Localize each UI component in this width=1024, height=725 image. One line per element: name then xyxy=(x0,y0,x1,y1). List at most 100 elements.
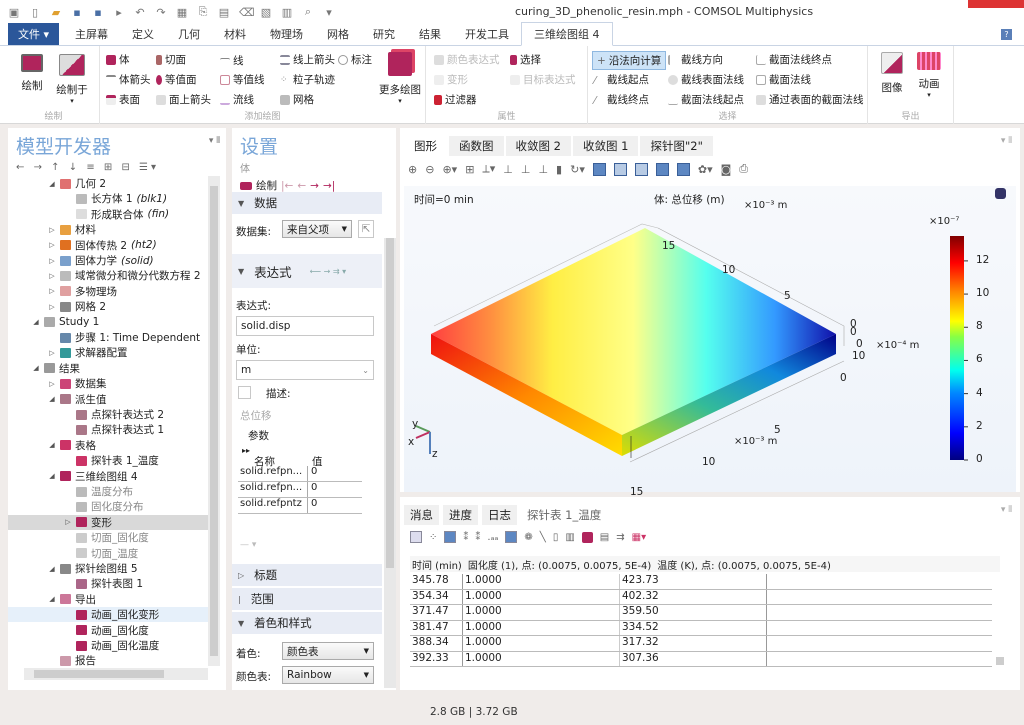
replace-expression-icon[interactable]: ⟵ → ⇉ ▾ xyxy=(310,267,347,276)
color-expression-button[interactable]: 颜色表达式 xyxy=(434,52,500,67)
expand-icon[interactable]: ▷ xyxy=(48,226,56,234)
cut-line-end-button[interactable]: ⁄ 截线终点 xyxy=(594,92,649,107)
transparency-icon[interactable] xyxy=(613,162,627,176)
deformation-button[interactable]: 变形 xyxy=(434,72,468,87)
dataset-select[interactable]: 来自父项 ▼ xyxy=(282,220,352,238)
line-plot-button[interactable]: 线 xyxy=(220,52,244,68)
settings-scrollbar[interactable] xyxy=(384,238,396,688)
tab-geometry[interactable]: 几何 xyxy=(166,23,212,45)
param-tools-icon[interactable]: — ▾ xyxy=(240,540,256,550)
isosurface-plot-button[interactable]: 等值面 xyxy=(156,72,197,87)
scientific-notation-icon[interactable]: ⁑ xyxy=(475,532,480,543)
parameter-row[interactable]: solid.refpn... 0 xyxy=(238,466,362,482)
expand-icon[interactable]: ▷ xyxy=(48,380,56,388)
decimal-icon[interactable]: .ₐₐ xyxy=(487,532,498,543)
view-yz-icon[interactable]: ⊥ xyxy=(521,163,531,176)
tree-node[interactable]: ◢ Study 1 xyxy=(8,315,208,330)
tab-file[interactable]: 文件 ▾ xyxy=(8,23,60,45)
tree-node[interactable]: ◢ 探针绘图组 5 xyxy=(8,561,208,576)
cut-plane-normal-start-button[interactable]: 截面法线起点 xyxy=(668,92,744,107)
prev-icon[interactable]: ← xyxy=(297,180,306,192)
expand-icon[interactable]: ▷ xyxy=(48,241,56,249)
parameter-value-input[interactable]: 0 xyxy=(308,498,360,513)
cut-plane-normal-button[interactable]: 截面法线 xyxy=(756,72,811,87)
next-icon[interactable]: → xyxy=(310,180,319,192)
section-title[interactable]: ▷ 标题 xyxy=(232,564,382,586)
column-header-curing-degree[interactable]: 固化度 (1), 点: (0.0075, 0.0075, 5E-4) xyxy=(468,557,651,572)
tree-node[interactable]: 探针表图 1 xyxy=(8,576,208,591)
cut-plane-normal-through-surface-button[interactable]: 通过表面的截面法线 xyxy=(756,92,864,107)
tree-node[interactable]: 动画_固化温度 xyxy=(8,638,208,653)
tab-results[interactable]: 结果 xyxy=(407,23,453,45)
expand-icon[interactable]: ▷ xyxy=(48,287,56,295)
section-coloring-style[interactable]: ▼ 着色和样式 xyxy=(232,612,382,634)
tab-3d-plot-group[interactable]: 三维绘图组 4 xyxy=(521,22,613,46)
scroll-thumb[interactable] xyxy=(996,657,1004,665)
wireframe-icon[interactable] xyxy=(634,162,648,176)
tab-probe-table[interactable]: 探针表 1_温度 xyxy=(521,505,608,525)
expand-icon[interactable]: ▷ xyxy=(48,303,56,311)
tab-graphics[interactable]: 图形 xyxy=(404,136,447,156)
cut-line-direction-button[interactable]: 截线方向 xyxy=(668,52,723,67)
plot-button[interactable]: 绘制 xyxy=(14,54,50,93)
tab-messages[interactable]: 消息 xyxy=(404,505,439,525)
collapse-icon[interactable]: ⊟ xyxy=(121,162,132,173)
camera-icon[interactable]: ◙ xyxy=(721,163,732,176)
collapse-icon[interactable]: ◢ xyxy=(32,318,40,326)
tree-node[interactable]: ◢ 表格 xyxy=(8,438,208,453)
tree-node[interactable]: 固化度分布 xyxy=(8,499,208,514)
tab-function-plot[interactable]: 函数图 xyxy=(449,136,504,156)
tree-node[interactable]: 动画_固化变形 xyxy=(8,607,208,623)
view-xy-icon[interactable]: ⊥ xyxy=(503,163,513,176)
tree-node[interactable]: ▷ 域常微分和微分代数方程 2 xyxy=(8,268,208,283)
tree-node[interactable]: ▷ 固体传热 2 (ht2) xyxy=(8,238,208,253)
table-scrollbar[interactable] xyxy=(994,574,1006,674)
collapse-icon[interactable]: ◢ xyxy=(48,595,56,603)
particle-tracing-button[interactable]: ⁘ 粒子轨迹 xyxy=(280,72,335,87)
view-zx-icon[interactable]: ⊥ xyxy=(538,163,548,176)
parameter-row[interactable]: solid.refpntz 0 xyxy=(238,498,362,514)
tree-node[interactable]: ▷ 材料 xyxy=(8,222,208,237)
go-to-default-view-icon[interactable] xyxy=(592,162,606,176)
move-down-icon[interactable]: ↓ xyxy=(69,162,80,173)
column-header-time[interactable]: 时间 (min) xyxy=(412,557,462,572)
table-row[interactable]: 354.34 1.0000 402.32 xyxy=(410,589,992,605)
arrow-volume-button[interactable]: 体箭头 xyxy=(106,72,151,87)
more-plots-button[interactable]: 更多绘图 ▾ xyxy=(378,52,422,105)
tab-study[interactable]: 研究 xyxy=(361,23,407,45)
tree-node[interactable]: ◢ 结果 xyxy=(8,361,208,376)
tree-node[interactable]: 报告 xyxy=(8,653,208,666)
image-export-button[interactable]: 图像 xyxy=(876,52,908,95)
tree-node[interactable]: ◢ 导出 xyxy=(8,592,208,607)
auto-notation-icon[interactable] xyxy=(444,531,457,543)
tree-node[interactable]: ▷ 固体力学 (solid) xyxy=(8,253,208,268)
tree-node[interactable]: 温度分布 xyxy=(8,484,208,499)
expression-input[interactable]: solid.disp xyxy=(236,316,374,336)
tree-node[interactable]: ▷ 数据集 xyxy=(8,376,208,391)
tree-node[interactable]: ▷ 求解器配置 xyxy=(8,345,208,360)
move-up-icon[interactable]: ↑ xyxy=(51,162,62,173)
back-icon[interactable]: ← xyxy=(16,162,27,173)
tree-node[interactable]: 形成联合体 (fin) xyxy=(8,207,208,222)
show-grid-icon[interactable] xyxy=(655,162,669,176)
menu-icon[interactable]: ☰▾ xyxy=(139,162,159,173)
engineering-notation-icon[interactable]: ⁑ xyxy=(463,532,468,543)
tab-materials[interactable]: 材料 xyxy=(212,23,258,45)
table-format-icon[interactable] xyxy=(410,531,422,543)
expand-params-icon[interactable]: ▸▸ xyxy=(242,446,250,455)
run-icon[interactable]: ▸ xyxy=(113,6,125,19)
tab-developer[interactable]: 开发工具 xyxy=(453,23,521,45)
go-to-source-button[interactable]: ⇱ xyxy=(358,220,374,238)
annotation-button[interactable]: 标注 xyxy=(338,52,372,67)
cut-line-start-button[interactable]: ⁄ 截线起点 xyxy=(594,72,649,87)
close-window-button[interactable] xyxy=(968,0,1024,8)
unit-select[interactable]: m ⌄ xyxy=(236,360,374,380)
tab-convergence-1[interactable]: 收敛图 1 xyxy=(572,136,639,156)
tab-mesh[interactable]: 网格 xyxy=(315,23,361,45)
table-row[interactable]: 388.34 1.0000 317.32 xyxy=(410,636,992,652)
collapse-icon[interactable]: ◢ xyxy=(32,364,40,372)
precision-icon[interactable]: ⁘ xyxy=(429,532,437,543)
arrow-surface-button[interactable]: 面上箭头 xyxy=(156,92,211,107)
last-icon[interactable]: →| xyxy=(323,180,335,192)
tab-convergence-2[interactable]: 收敛图 2 xyxy=(505,136,571,156)
